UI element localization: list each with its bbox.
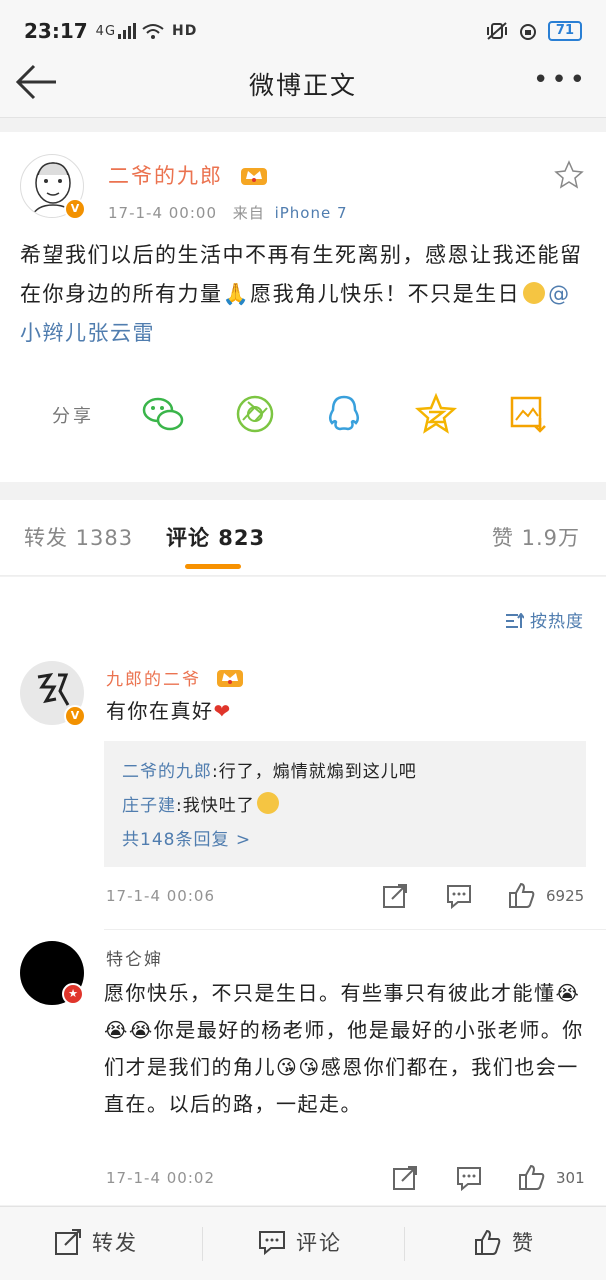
post-time: 17-1-4 00:00 [108,204,217,222]
comment-text-content: 愿你快乐，不只是生日。有些事只有彼此才能懂 [104,981,556,1005]
comment-author-name[interactable]: 九郎的二爷 [106,670,201,690]
share-row: 分享 [0,388,606,448]
status-time: 23:17 [24,19,88,43]
crown-icon [217,670,244,687]
favorite-star-icon[interactable] [554,160,584,190]
crown-icon [240,168,267,185]
qq-share-icon[interactable] [322,392,366,436]
sort-label: 按热度 [530,612,584,632]
comment-author-name[interactable]: 特仑婶 [106,945,163,970]
save-image-icon[interactable] [506,392,550,436]
reply-comment-icon[interactable] [456,1165,482,1191]
post-tabs: 转发 1383 评论 823 赞 1.9万 [0,500,606,576]
reply-author[interactable]: 二爷的九郎 [122,762,212,782]
qzone-share-icon[interactable] [414,392,458,436]
moments-share-icon[interactable] [233,392,277,436]
comment-time: 17-1-4 00:06 [106,887,215,905]
reply-text: :我快吐了 [176,796,255,816]
like-thumb-icon[interactable] [518,1163,546,1191]
repost-icon [55,1229,81,1255]
blowing-kiss-emoji-icon: 😘😘 [276,1055,321,1079]
comment-like-count: 301 [556,1169,585,1187]
bottom-action-bar: 转发 评论 赞 [0,1206,606,1280]
reply-preview-box[interactable]: 二爷的九郎:行了，煽情就煽到这儿吧 庄子建:我快吐了 共148条回复 > [104,741,586,867]
comment-like-count: 6925 [546,887,585,905]
comment-text-content: 有你在真好 [106,699,214,723]
comment-divider [104,929,606,930]
divider [404,1227,405,1261]
repost-comment-icon[interactable] [382,883,408,909]
post-text-part2: 愿我角儿快乐！不只是生日 [250,282,521,306]
comment-text: 愿你快乐，不只是生日。有些事只有彼此才能懂😭😭😭你是最好的杨老师，他是最好的小张… [104,975,588,1123]
network-indicator: 4G [95,23,117,39]
view-all-replies-link[interactable]: 共148条回复 > [122,825,251,850]
page-title: 微博正文 [248,70,357,100]
repost-label: 转发 [92,1231,138,1255]
comment-text: 有你在真好❤ [106,693,232,730]
verified-badge-icon: V [64,705,86,727]
like-label: 赞 [512,1231,535,1255]
comment-icon [259,1231,285,1256]
alarm-icon [519,24,536,40]
hd-indicator: HD [172,23,198,39]
post-source-prefix: 来自 [232,204,265,222]
laughing-emoji-icon [256,792,279,814]
wifi-icon [142,24,164,39]
sort-by-hot-button[interactable]: 按热度 [505,607,584,632]
wechat-share-icon[interactable] [141,392,185,436]
vibrate-icon [486,22,507,40]
tab-like[interactable]: 赞 1.9万 [492,522,580,552]
comment-author-row: 九郎的二爷 [106,665,244,690]
post-content: 希望我们以后的生活中不再有生死离别，感恩让我还能留在你身边的所有力量🙏愿我角儿快… [20,236,586,353]
battery-indicator: 71 [547,21,582,41]
post-meta: 17-1-4 00:00 来自 iPhone 7 [108,202,348,223]
member-badge-icon: ★ [62,983,84,1005]
tab-repost[interactable]: 转发 1383 [24,522,133,552]
back-arrow-icon[interactable] [14,62,62,102]
divider [202,1227,203,1261]
signal-icon [118,23,137,39]
comment-label: 评论 [296,1231,342,1255]
reply-item: 二爷的九郎:行了，煽情就煽到这儿吧 [122,757,417,782]
sort-icon [505,612,525,628]
active-tab-indicator [185,564,241,569]
red-heart-emoji-icon: ❤ [213,699,232,723]
like-button[interactable]: 赞 [474,1227,535,1257]
birthday-cake-emoji-icon [523,282,546,304]
reply-text: :行了，煽情就煽到这儿吧 [212,762,417,782]
like-thumb-icon[interactable] [508,881,536,909]
verified-badge-icon: V [64,198,86,220]
comment-time: 17-1-4 00:02 [106,1169,215,1187]
repost-comment-icon[interactable] [392,1165,418,1191]
comment-list: 按热度 V 九郎的二爷 有你在真好❤ 二爷的九郎:行了，煽情就煽到这儿吧 庄子建… [0,577,606,1205]
post-author-name[interactable]: 二爷的九郎 [108,164,223,188]
reply-comment-icon[interactable] [446,883,472,909]
comment-button[interactable]: 评论 [258,1227,342,1257]
post-source[interactable]: iPhone 7 [275,204,348,222]
like-icon [475,1229,501,1255]
post-author-row: 二爷的九郎 [108,160,268,190]
reply-author[interactable]: 庄子建 [122,796,176,816]
praying-hands-emoji-icon: 🙏 [222,282,251,306]
nav-bar: 微博正文 ••• [0,50,606,118]
share-label: 分享 [52,406,94,427]
reply-item: 庄子建:我快吐了 [122,791,279,816]
repost-button[interactable]: 转发 [54,1227,138,1257]
more-options-icon[interactable]: ••• [533,67,588,93]
tab-comment[interactable]: 评论 823 [166,522,265,552]
weibo-post: V 二爷的九郎 17-1-4 00:00 来自 iPhone 7 希望我们以后的… [0,132,606,482]
